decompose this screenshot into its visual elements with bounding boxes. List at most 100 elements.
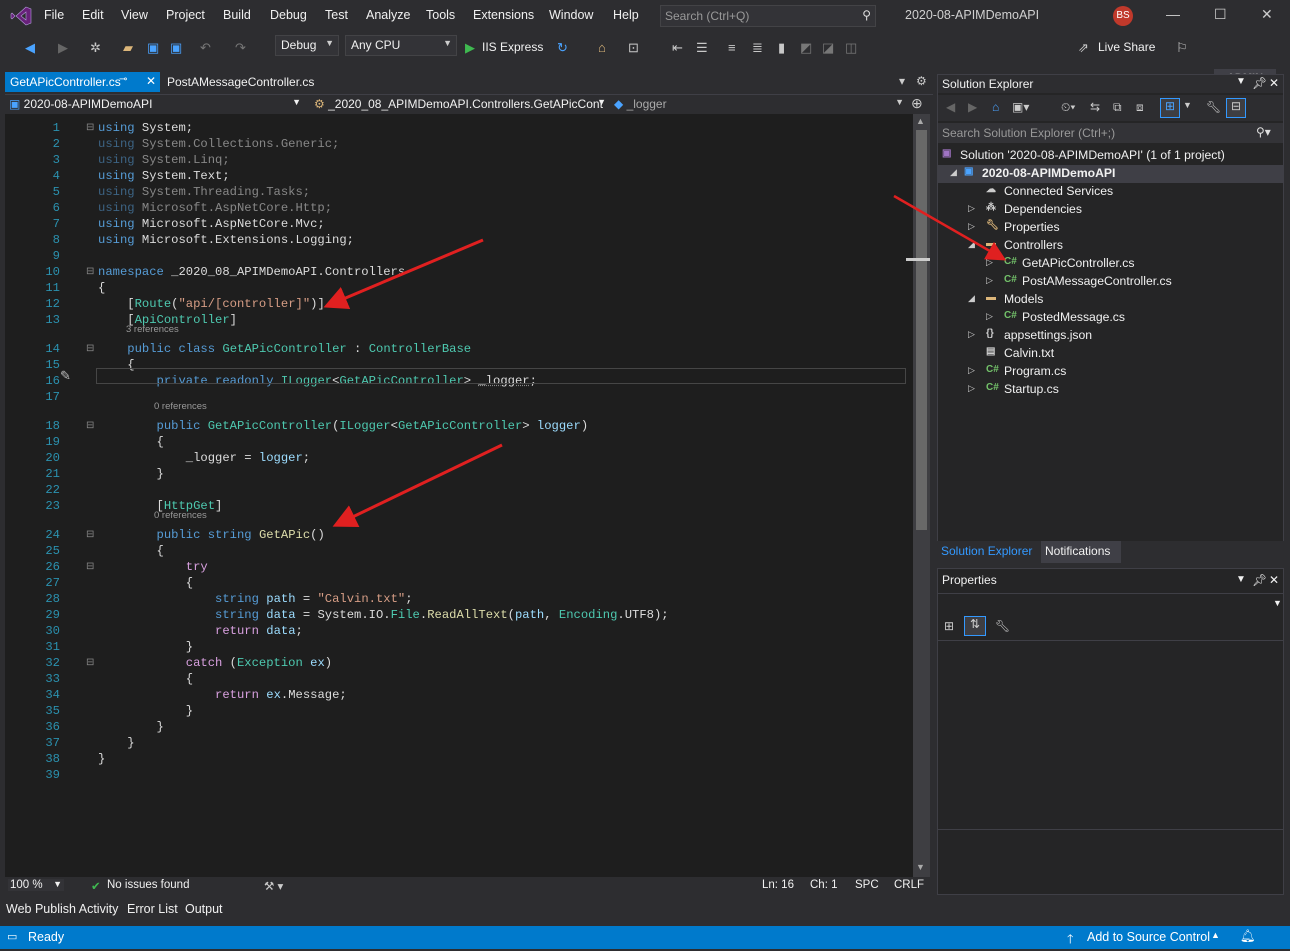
step-icon[interactable]: ⇤ (672, 40, 683, 56)
menu-tools[interactable]: Tools (426, 8, 455, 22)
zoom-select[interactable]: 100 % ▼ (8, 879, 64, 891)
feedback-icon[interactable]: ⚐ (1176, 40, 1188, 56)
indent-icon[interactable]: ☰ (696, 40, 708, 56)
tree-item[interactable]: ▷ C# Program.cs (938, 363, 1283, 381)
dropdown-icon[interactable]: ▼ (1236, 574, 1246, 585)
screenshot-icon[interactable]: ⊡ (628, 40, 639, 56)
tree-item[interactable]: ▤ Calvin.txt (938, 345, 1283, 363)
tree-item[interactable]: ◢ ▬ Models (938, 291, 1283, 309)
properties-wrench-icon[interactable]: 🔧︎ (1206, 100, 1221, 114)
forward-icon[interactable]: ▶ (968, 100, 977, 114)
solution-search-input[interactable]: Search Solution Explorer (Ctrl+;) ⚲▾ (938, 123, 1283, 143)
bottom-tab-error-list[interactable]: Error List (127, 902, 178, 916)
visual-studio-logo-icon[interactable] (10, 6, 32, 26)
clear-bookmarks-icon[interactable]: ◫ (845, 40, 857, 56)
open-file-icon[interactable]: ▰ (123, 40, 133, 56)
pending-changes-icon[interactable]: ⏲▾ (1061, 100, 1075, 115)
maximize-icon[interactable]: ☐ (1214, 6, 1227, 23)
configuration-select[interactable]: Debug ▼ (275, 35, 339, 56)
live-share-button[interactable]: Live Share (1098, 40, 1155, 54)
back-icon[interactable]: ◀ (25, 40, 35, 56)
object-select[interactable]: ▼ (938, 593, 1283, 613)
forward-icon[interactable]: ▶ (58, 40, 68, 56)
prev-bookmark-icon[interactable]: ◩ (800, 40, 812, 56)
add-to-source-control[interactable]: Add to Source Control (1087, 930, 1210, 944)
preview-selected-icon[interactable]: ⊞ (1160, 98, 1180, 118)
tab-notifications[interactable]: Notifications (1041, 541, 1121, 563)
close-window-icon[interactable]: ✕ (1261, 6, 1273, 23)
tab-postamessagecontroller[interactable]: PostAMessageController.cs (162, 72, 322, 92)
issues-status[interactable]: No issues found (107, 879, 189, 891)
tree-item[interactable]: ▷ C# PostedMessage.cs (938, 309, 1283, 327)
bookmark-icon[interactable]: ▮ (778, 40, 785, 56)
split-icon[interactable]: ⊕ (911, 95, 923, 112)
code-editor[interactable]: 1 2 3 4 5 6 7 8 9 10 11 12 13 14 15 16 17 18 19 20 21 22 23 24 2… (5, 114, 930, 877)
sync-icon[interactable]: ⇆ (1090, 100, 1100, 114)
categorized-icon[interactable]: ⊞ (944, 619, 954, 633)
switch-views-icon[interactable]: ▣▾ (1012, 100, 1029, 114)
minimize-icon[interactable]: — (1166, 6, 1180, 22)
tab-dropdown-icon[interactable]: ▾ (899, 74, 905, 88)
close-tab-icon[interactable]: ✕ (146, 74, 156, 88)
pin-icon[interactable]: ⊸ (119, 74, 127, 85)
member-dropdown[interactable]: ◆ _logger ▼ (610, 96, 906, 114)
property-grid[interactable] (938, 640, 1283, 830)
spacing-indicator[interactable]: SPC (855, 879, 879, 891)
close-icon[interactable]: ✕ (1269, 76, 1279, 90)
search-box[interactable]: Search (Ctrl+Q) ⚲ (660, 5, 876, 27)
menu-extensions[interactable]: Extensions (473, 8, 534, 22)
tree-item[interactable]: ▷ {} appsettings.json (938, 327, 1283, 345)
menu-project[interactable]: Project (166, 8, 205, 22)
home-icon[interactable]: ⌂ (992, 100, 999, 114)
type-dropdown[interactable]: ⚙ _2020_08_APIMDemoAPI.Controllers.GetAP… (310, 96, 608, 114)
menu-edit[interactable]: Edit (82, 8, 104, 22)
expand-icon[interactable]: ▷ (968, 329, 975, 340)
close-icon[interactable]: ✕ (1269, 573, 1279, 587)
expand-icon[interactable]: ▷ (986, 311, 993, 322)
chevron-down-icon[interactable]: ▼ (1183, 100, 1192, 110)
bottom-tab-output[interactable]: Output (185, 902, 223, 916)
line-ending-indicator[interactable]: CRLF (894, 879, 924, 891)
expand-icon[interactable]: ▷ (986, 275, 993, 286)
uncomment-icon[interactable]: ≣ (752, 40, 763, 56)
tree-item[interactable]: ▷ C# Startup.cs (938, 381, 1283, 399)
redo-icon[interactable]: ↷ (235, 40, 246, 56)
pin-icon[interactable]: 📌︎ (1252, 76, 1267, 90)
refresh-icon[interactable]: ↻ (557, 40, 568, 56)
menu-test[interactable]: Test (325, 8, 348, 22)
settings-icon[interactable]: ⚙ (916, 74, 927, 88)
collapse-icon[interactable]: ◢ (968, 293, 975, 304)
back-icon[interactable]: ◀ (946, 100, 955, 114)
run-icon[interactable]: ▶ (465, 40, 475, 56)
preview-icon[interactable]: ⊟ (1226, 98, 1246, 118)
show-all-files-icon[interactable]: ⧈ (1136, 100, 1144, 115)
new-project-icon[interactable]: ✲ (90, 40, 101, 56)
cleanup-icon[interactable]: ⚒ ▾ (264, 879, 283, 893)
menu-analyze[interactable]: Analyze (366, 8, 410, 22)
tree-item[interactable]: ▷ C# PostAMessageController.cs (938, 273, 1283, 291)
menu-help[interactable]: Help (613, 8, 639, 22)
bottom-tab-web-publish-activity[interactable]: Web Publish Activity (6, 902, 118, 916)
project-dropdown[interactable]: ▣ 2020-08-APIMDemoAPI ▼ (5, 96, 303, 114)
menu-window[interactable]: Window (549, 8, 593, 22)
notification-bell-icon[interactable]: 🔔︎ (1240, 929, 1256, 944)
undo-icon[interactable]: ↶ (200, 40, 211, 56)
browser-link-icon[interactable]: ⌂ (598, 40, 606, 55)
collapse-icon[interactable]: ◢ (950, 167, 957, 178)
next-bookmark-icon[interactable]: ◪ (822, 40, 834, 56)
alphabetical-icon[interactable]: ⇅ (964, 616, 986, 636)
save-icon[interactable]: ▣ (147, 40, 159, 56)
expand-icon[interactable]: ▷ (968, 365, 975, 376)
menu-file[interactable]: File (44, 8, 64, 22)
tree-item[interactable]: ▣ Solution '2020-08-APIMDemoAPI' (1 of 1 … (938, 147, 1283, 165)
dropdown-icon[interactable]: ▼ (1236, 76, 1246, 87)
pin-icon[interactable]: 📌︎ (1252, 573, 1267, 587)
tree-item[interactable]: ◢ ▣ 2020-08-APIMDemoAPI (938, 165, 1283, 183)
avatar[interactable]: BS (1113, 6, 1133, 26)
menu-debug[interactable]: Debug (270, 8, 307, 22)
platform-select[interactable]: Any CPU ▼ (345, 35, 457, 56)
collapse-all-icon[interactable]: ⧉ (1113, 100, 1122, 115)
run-target[interactable]: IIS Express (482, 40, 543, 54)
save-all-icon[interactable]: ▣ (170, 40, 182, 56)
expand-icon[interactable]: ▷ (968, 383, 975, 394)
